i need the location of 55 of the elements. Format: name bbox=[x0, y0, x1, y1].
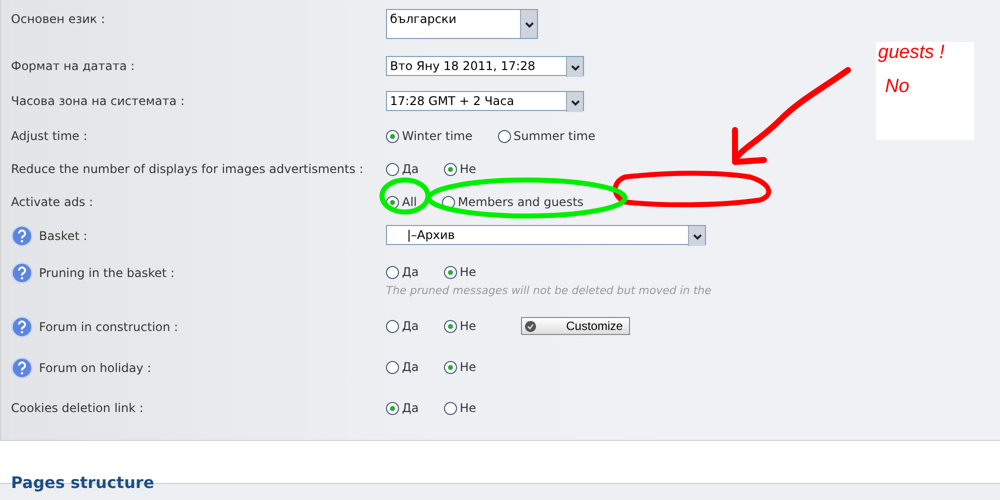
radio-button[interactable] bbox=[386, 402, 399, 414]
annotation-text: guests ! bbox=[878, 42, 945, 64]
dropdown[interactable]: български bbox=[386, 9, 538, 39]
radio-button[interactable] bbox=[386, 320, 399, 332]
radio-option[interactable]: Да bbox=[386, 162, 419, 176]
radio-button[interactable] bbox=[386, 360, 399, 374]
radio-button[interactable] bbox=[498, 130, 510, 142]
radio-button[interactable] bbox=[386, 162, 399, 176]
setting-label: Reduce the number of displays for images advertisments : bbox=[11, 162, 364, 176]
radio-option[interactable]: Не bbox=[444, 401, 476, 415]
setting-label: Forum in construction : bbox=[39, 320, 178, 334]
radio-button[interactable] bbox=[386, 266, 399, 278]
dropdown[interactable]: 17:28 GMT + 2 Часа bbox=[386, 91, 584, 111]
chevron-icon bbox=[692, 234, 702, 240]
radio-option[interactable]: Не bbox=[444, 360, 476, 374]
setting-label: Basket : bbox=[39, 229, 88, 243]
radio-button[interactable] bbox=[444, 320, 457, 332]
radio-option[interactable]: Да bbox=[386, 401, 419, 415]
setting-label: Forum on holiday : bbox=[39, 361, 152, 375]
section-heading: Pages structure bbox=[11, 473, 154, 492]
setting-label: Pruning in the basket : bbox=[39, 266, 174, 280]
radio-button[interactable] bbox=[444, 360, 457, 374]
hint-text: The pruned messages will not be deleted but moved in the bbox=[386, 284, 712, 297]
help-icon[interactable] bbox=[11, 357, 33, 379]
radio-option[interactable]: Не bbox=[444, 319, 476, 333]
radio-option[interactable]: Да bbox=[386, 319, 419, 333]
setting-label: Основен език : bbox=[11, 12, 106, 26]
radio-option[interactable]: Summer time bbox=[498, 129, 596, 143]
chevron-icon bbox=[570, 100, 580, 106]
help-icon[interactable] bbox=[11, 316, 33, 338]
radio-option[interactable]: Да bbox=[386, 265, 419, 279]
help-icon[interactable] bbox=[11, 262, 33, 284]
radio-option[interactable]: Не bbox=[444, 162, 476, 176]
radio-option[interactable]: All bbox=[386, 195, 417, 209]
chevron-icon bbox=[524, 22, 534, 28]
setting-label: Формат на датата : bbox=[11, 59, 135, 73]
radio-button[interactable] bbox=[444, 402, 457, 414]
dropdown[interactable]: |–Архив bbox=[386, 225, 706, 245]
setting-label: Activate ads : bbox=[11, 195, 94, 209]
radio-button[interactable] bbox=[386, 130, 399, 142]
radio-option[interactable]: Да bbox=[386, 360, 419, 374]
radio-option[interactable]: Не bbox=[444, 265, 476, 279]
annotation-text: No bbox=[885, 76, 910, 98]
dropdown[interactable]: Вто Яну 18 2011, 17:28 bbox=[386, 56, 584, 76]
chevron-icon bbox=[570, 65, 580, 71]
help-icon[interactable] bbox=[11, 225, 33, 247]
radio-button[interactable] bbox=[444, 266, 457, 278]
radio-option[interactable]: Members and guests bbox=[442, 195, 584, 209]
radio-option[interactable]: Winter time bbox=[386, 129, 472, 143]
radio-button[interactable] bbox=[444, 162, 457, 176]
check-icon bbox=[525, 320, 536, 332]
setting-label: Adjust time : bbox=[11, 129, 88, 143]
customize-button[interactable]: Customize bbox=[521, 317, 630, 335]
setting-label: Часова зона на системата : bbox=[11, 94, 184, 108]
setting-label: Cookies deletion link : bbox=[11, 401, 144, 415]
